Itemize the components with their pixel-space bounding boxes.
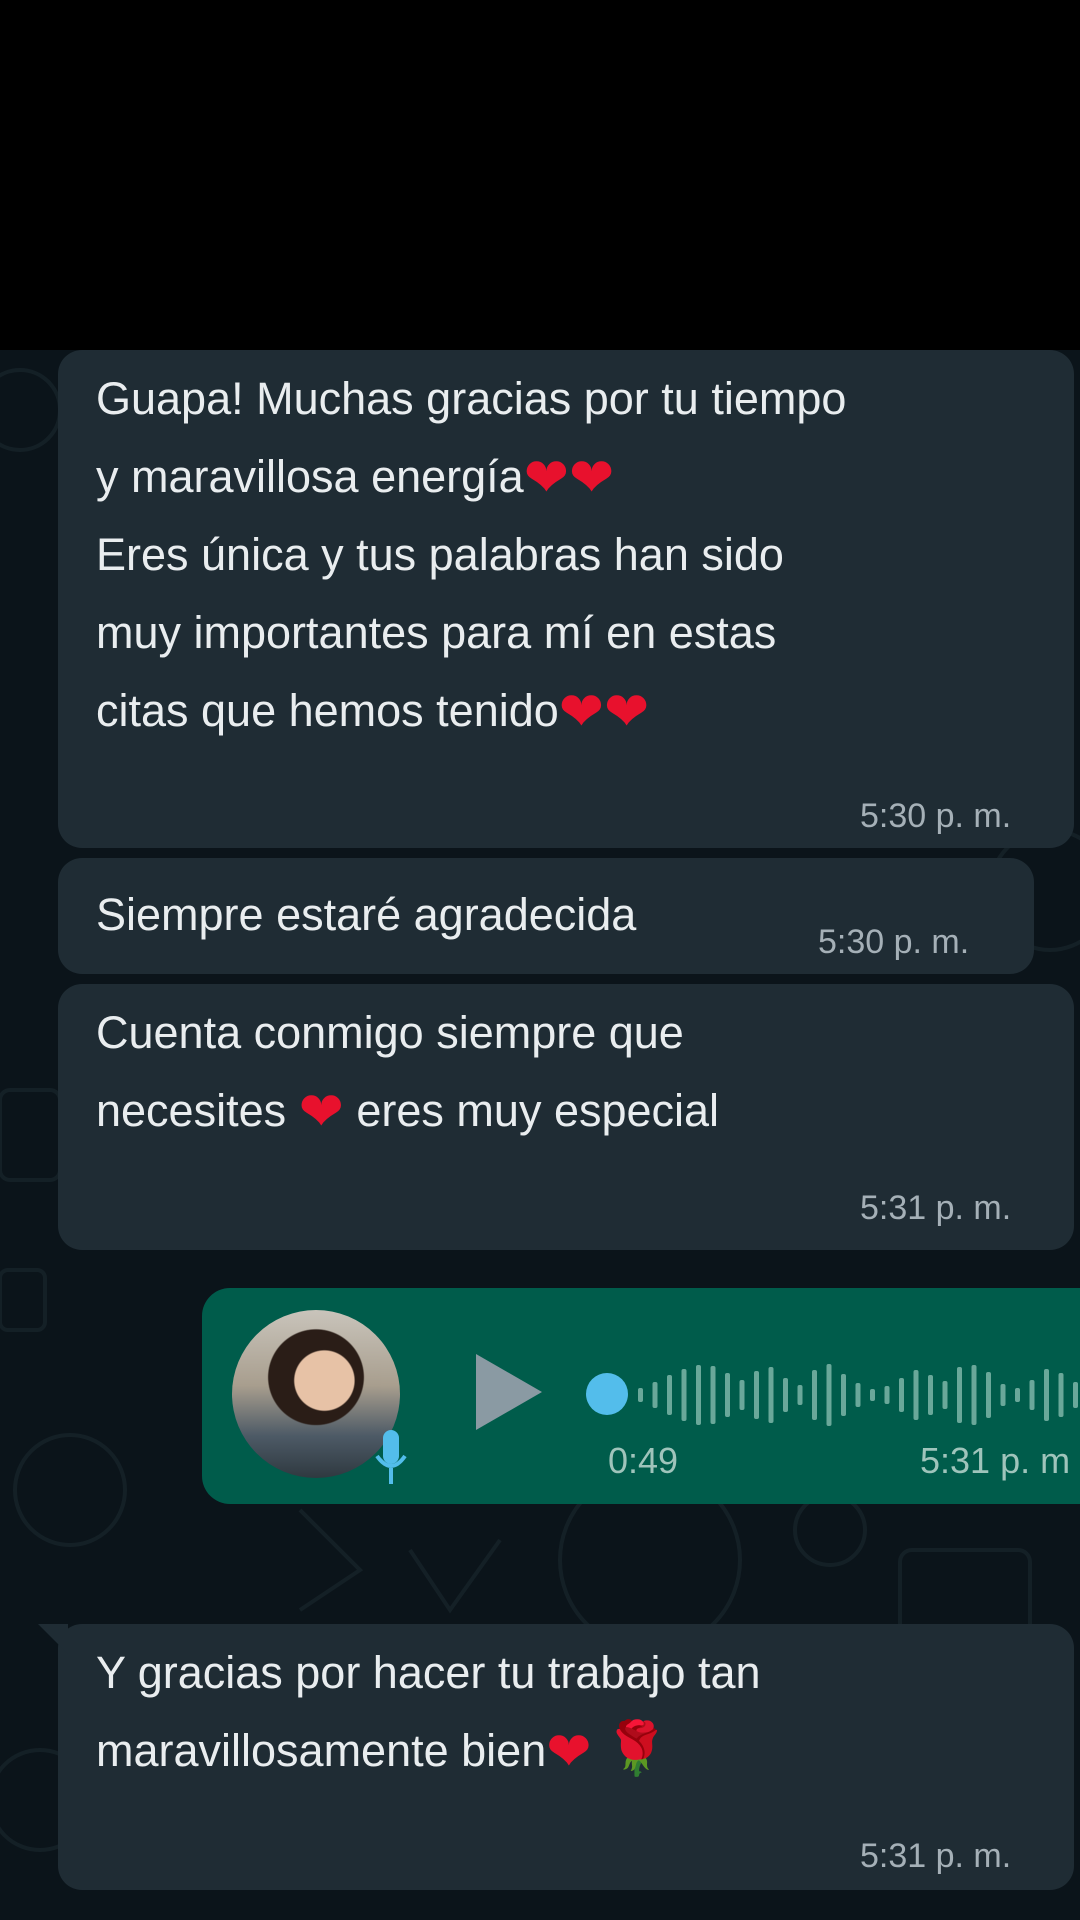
waveform-bar [812, 1370, 817, 1420]
playback-position-handle[interactable] [586, 1373, 628, 1415]
bubble-tail [38, 1624, 68, 1654]
waveform-bar [855, 1383, 861, 1407]
heart-emoji: ❤ [546, 1722, 592, 1782]
message-text: Cuenta conmigo siempre que necesites ❤ e… [96, 1007, 720, 1142]
message-text: Y gracias por hacer tu trabajo tan marav… [96, 1647, 761, 1782]
waveform-bar [1073, 1382, 1078, 1408]
rose-emoji: 🌹 [604, 1720, 669, 1778]
waveform-bar [1029, 1380, 1035, 1410]
message-text: Guapa! Muchas gracias por tu tiempo y ma… [96, 373, 847, 742]
play-icon[interactable] [476, 1354, 542, 1430]
message-text: Siempre estaré agradecida [96, 889, 637, 940]
waveform-bar [826, 1364, 832, 1426]
voice-duration: 0:49 [608, 1440, 679, 1481]
waveform-bar [783, 1378, 788, 1412]
message-timestamp: 5:30 p. m. [860, 797, 1012, 835]
waveform-bar [986, 1372, 991, 1418]
waveform-bar [841, 1374, 846, 1416]
message-timestamp: 5:31 p. m. [860, 1189, 1012, 1227]
waveform-bar [652, 1382, 658, 1408]
waveform-bar [725, 1373, 730, 1417]
incoming-message[interactable]: Y gracias por hacer tu trabajo tan marav… [58, 1624, 1074, 1890]
waveform-bar [870, 1389, 875, 1401]
message-timestamp: 5:31 p. m [920, 1440, 1071, 1481]
waveform-bar [754, 1371, 759, 1419]
status-bar-area [0, 0, 1080, 350]
waveform-bar [710, 1366, 716, 1424]
waveform-bar [681, 1369, 687, 1421]
waveform-bar [638, 1388, 643, 1402]
heart-emoji: ❤ [568, 448, 615, 508]
voice-message[interactable]: 0:49 5:31 p. m [202, 1288, 1080, 1504]
heart-emoji: ❤ [523, 448, 569, 508]
waveform-bar [957, 1367, 962, 1423]
mic-icon [375, 1430, 407, 1484]
waveform-bar [913, 1370, 919, 1420]
waveform-bar [667, 1375, 672, 1415]
waveform-bar [739, 1380, 745, 1410]
waveform-bar [971, 1365, 977, 1425]
incoming-message[interactable]: Siempre estaré agradecida 5:30 p. m. [58, 858, 1034, 974]
waveform[interactable] [632, 1360, 1080, 1430]
waveform-bar [1000, 1384, 1006, 1406]
waveform-bar [1015, 1388, 1020, 1402]
waveform-bar [928, 1375, 933, 1415]
waveform-bar [942, 1381, 948, 1409]
waveform-bar [797, 1385, 803, 1405]
heart-emoji: ❤ [604, 682, 650, 742]
heart-emoji: ❤ [558, 682, 605, 742]
waveform-bar [884, 1386, 890, 1404]
message-timestamp: 5:31 p. m. [860, 1837, 1012, 1875]
message-timestamp: 5:30 p. m. [818, 923, 970, 961]
waveform-bar [899, 1378, 904, 1412]
waveform-bar [1044, 1369, 1049, 1421]
waveform-bar [696, 1365, 701, 1425]
incoming-message[interactable]: Guapa! Muchas gracias por tu tiempo y ma… [58, 350, 1074, 848]
incoming-message[interactable]: Cuenta conmigo siempre que necesites ❤ e… [58, 984, 1074, 1250]
heart-emoji: ❤ [298, 1082, 344, 1142]
waveform-bar [768, 1367, 774, 1423]
waveform-bar [1058, 1373, 1064, 1417]
